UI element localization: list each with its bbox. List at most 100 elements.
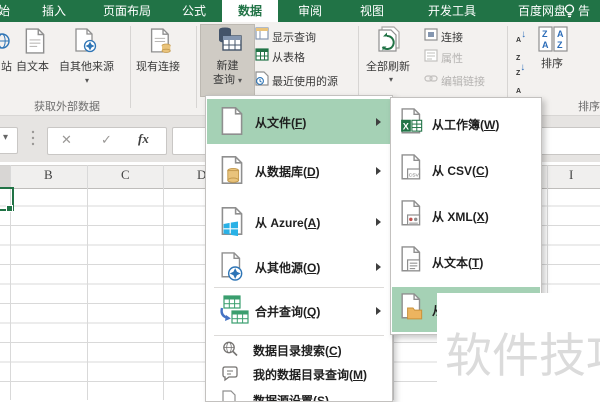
gridline	[87, 165, 88, 400]
menu-separator	[214, 287, 384, 288]
refresh-all-icon	[376, 25, 410, 60]
group-divider	[507, 26, 508, 108]
connections-icon	[424, 28, 438, 46]
submenu-arrow-icon	[376, 118, 381, 126]
new-query-icon	[213, 27, 243, 62]
database-icon	[220, 155, 244, 190]
menu-item-from-database[interactable]: 从数据库(D)	[207, 148, 391, 193]
tab-view[interactable]: 视图	[346, 0, 398, 22]
refresh-all-button[interactable]: 全部刷新	[366, 58, 410, 74]
refresh-all-dropdown[interactable]: ▾	[389, 75, 393, 84]
from-other-sources-dropdown[interactable]: ▾	[85, 76, 89, 85]
menu-item-data-catalog-search[interactable]: 数据目录搜索(C)	[207, 338, 391, 360]
from-text-button[interactable]: 自文本	[16, 58, 49, 74]
submenu-arrow-icon	[376, 218, 381, 226]
other-sources-icon	[220, 251, 246, 288]
file-icon	[220, 106, 244, 141]
tab-formulas[interactable]: 公式	[170, 0, 218, 22]
lightbulb-icon	[563, 3, 576, 24]
svg-text:A: A	[557, 29, 564, 39]
formula-bar-grip-icon[interactable]	[30, 129, 36, 154]
menu-separator	[214, 335, 384, 336]
menu-item-my-catalog-queries[interactable]: 我的数据目录查询(M)	[207, 362, 391, 384]
group-divider	[196, 26, 197, 108]
tab-page-layout[interactable]: 页面布局	[86, 0, 168, 22]
properties-icon	[424, 49, 438, 67]
submenu-item-from-xml[interactable]: 从 XML(X)	[392, 194, 540, 237]
catalog-search-icon	[221, 340, 239, 363]
xml-icon	[400, 199, 426, 236]
from-other-sources-button[interactable]: 自其他来源	[59, 58, 114, 74]
column-header-a-partial[interactable]	[0, 166, 10, 187]
column-header-b[interactable]: B	[44, 167, 53, 183]
watermark-text: 软件技巧	[445, 329, 600, 382]
tab-developer[interactable]: 开发工具	[408, 0, 496, 22]
cancel-button[interactable]: ✕	[61, 132, 72, 148]
ribbon-tab-bar: 始 插入 页面布局 公式 数据 审阅 视图 开发工具 百度网盘 告	[0, 0, 600, 22]
name-box-dropdown-icon[interactable]: ▾	[3, 132, 8, 143]
edit-links-icon	[424, 72, 438, 90]
gridline	[163, 165, 164, 400]
fill-handle[interactable]	[6, 205, 13, 212]
group-label-get-external-data: 获取外部数据	[34, 101, 100, 113]
sort-descending-button[interactable]: Z ↓ A	[516, 62, 525, 98]
workbook-icon: X	[400, 107, 426, 144]
submenu-item-from-text[interactable]: 从文本(T)	[392, 240, 540, 284]
svg-text:Z: Z	[542, 29, 548, 39]
tab-data[interactable]: 数据	[222, 0, 278, 22]
new-query-menu: 从文件(F) 从数据库(D) 从 Azure(A) 从其他源(O) 合并查询(Q…	[205, 95, 393, 402]
globe-icon	[0, 30, 10, 57]
from-other-sources-icon	[74, 28, 98, 59]
submenu-arrow-icon	[376, 263, 381, 271]
from-table-button[interactable]: 从表格	[272, 49, 305, 65]
text-file-icon	[400, 245, 426, 282]
new-query-label-2: 查询 ▾	[212, 74, 243, 86]
csv-icon: CSV	[400, 153, 426, 190]
recent-sources-icon	[255, 71, 269, 91]
existing-connections-button[interactable]: 现有连接	[136, 58, 180, 74]
combine-queries-icon	[218, 294, 250, 333]
sort-button[interactable]: 排序	[541, 55, 563, 71]
folder-icon	[400, 292, 426, 329]
menu-item-from-file[interactable]: 从文件(F)	[207, 99, 391, 144]
sort-dialog-icon: ZAAZ	[538, 26, 568, 57]
svg-text:A: A	[542, 40, 549, 50]
column-header-c[interactable]: C	[121, 167, 130, 183]
tab-insert[interactable]: 插入	[30, 0, 78, 22]
submenu-item-from-workbook[interactable]: X 从工作簿(W)	[392, 102, 540, 145]
connections-button[interactable]: 连接	[441, 29, 463, 45]
sort-ascending-button[interactable]: A ↓ Z	[516, 29, 526, 65]
recent-sources-button[interactable]: 最近使用的源	[272, 73, 338, 89]
from-text-file-icon	[24, 28, 46, 59]
submenu-item-from-csv[interactable]: CSV 从 CSV(C)	[392, 148, 540, 191]
svg-text:X: X	[403, 122, 410, 132]
show-queries-icon	[255, 27, 269, 45]
tab-home[interactable]: 始	[0, 0, 16, 22]
submenu-arrow-icon	[376, 307, 381, 315]
menu-item-combine-queries[interactable]: 合并查询(Q)	[207, 290, 391, 332]
tell-me-label[interactable]: 告	[578, 0, 600, 22]
svg-text:Z: Z	[557, 40, 563, 50]
group-label-sort-filter: 排序和筛选	[578, 101, 600, 113]
azure-icon	[220, 206, 244, 241]
excel-window: { "colors":{"excel_green":"#217346","men…	[0, 0, 600, 402]
watermark-box: 软件技巧	[437, 293, 600, 400]
data-source-settings-icon	[221, 390, 237, 401]
show-queries-button[interactable]: 显示查询	[272, 29, 316, 45]
properties-button: 属性	[441, 53, 463, 65]
existing-connections-icon	[149, 28, 175, 60]
insert-function-button[interactable]: fx	[138, 131, 149, 147]
menu-item-from-azure[interactable]: 从 Azure(A)	[207, 199, 391, 244]
catalog-queries-icon	[221, 364, 239, 387]
from-table-icon	[255, 48, 269, 66]
submenu-arrow-icon	[376, 167, 381, 175]
column-header-i[interactable]: I	[569, 167, 573, 183]
tab-review[interactable]: 审阅	[284, 0, 336, 22]
svg-text:CSV: CSV	[409, 173, 420, 179]
new-query-button[interactable]: 新建 查询 ▾	[200, 24, 255, 97]
edit-links-button: 编辑链接	[441, 76, 485, 88]
menu-item-from-other-sources[interactable]: 从其他源(O)	[207, 248, 391, 286]
enter-button[interactable]: ✓	[101, 132, 112, 148]
group-divider	[130, 26, 131, 108]
from-web-button[interactable]: 站	[1, 58, 12, 74]
